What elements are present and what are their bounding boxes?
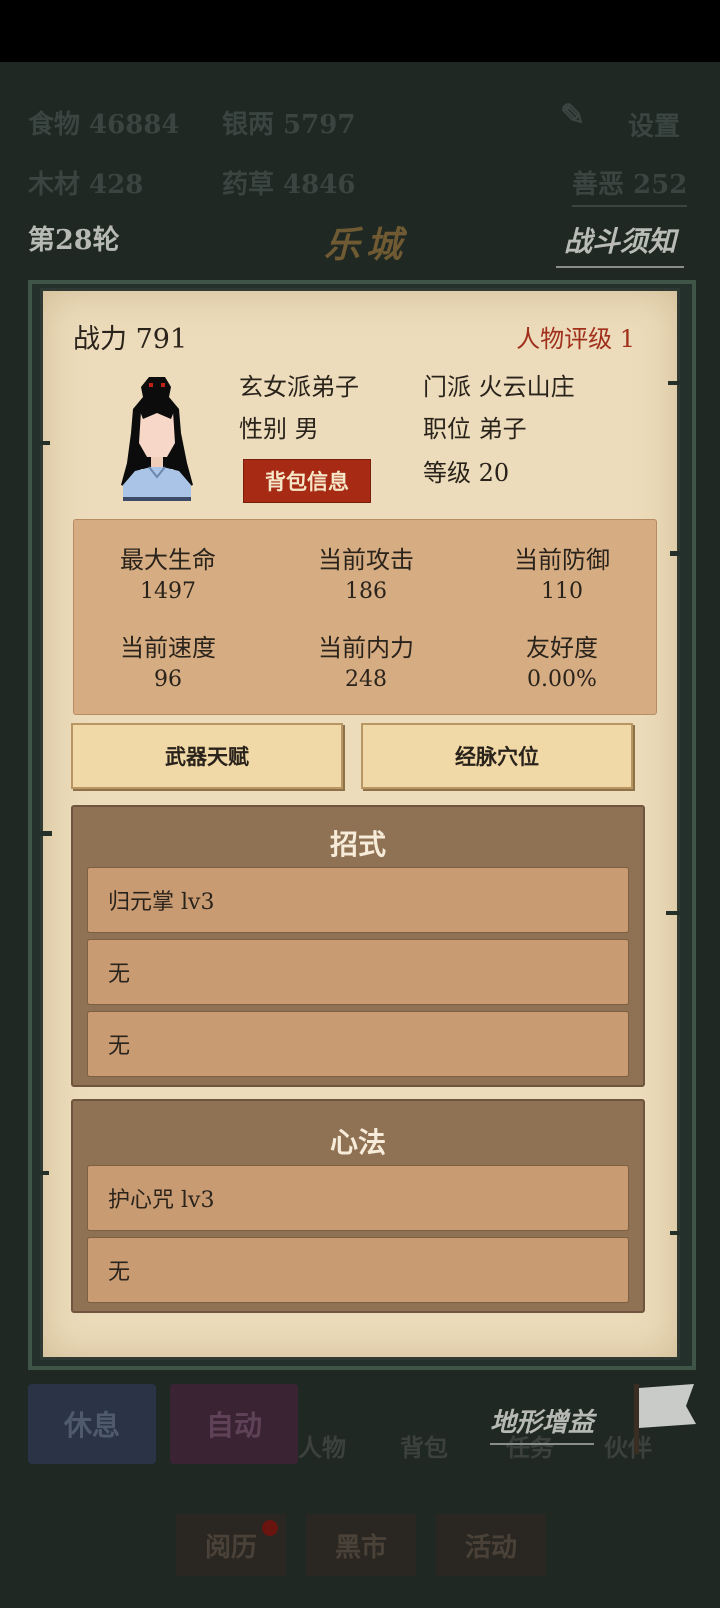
moves-section: 招式 归元掌 lv3 无 无 [71, 805, 645, 1087]
stat-label: 当前攻击 [318, 546, 414, 574]
stat-label: 最大生命 [120, 546, 216, 574]
mind-method-title: 心法 [329, 1126, 386, 1159]
stats-panel: 最大生命 1497 当前攻击 186 当前防御 110 当前速度 96 当前内力… [73, 519, 657, 715]
stat-inner-power: 当前内力 248 [286, 628, 446, 692]
mind-slot-1[interactable]: 护心咒 lv3 [87, 1165, 629, 1231]
silver-counter: 银两 5797 [222, 110, 356, 140]
flag-icon[interactable] [628, 1380, 700, 1456]
stat-defense: 当前防御 110 [482, 540, 642, 604]
wood-counter: 木材 428 [28, 170, 144, 200]
character-info-modal: 战力 791 人物评级 1 玄女派弟子 门派 火云山庄 性别 男 职位 弟子 背… [40, 288, 680, 1360]
mind-method-section: 心法 护心咒 lv3 无 [71, 1099, 645, 1313]
stat-speed: 当前速度 96 [88, 628, 248, 692]
auto-button[interactable]: 自动 [170, 1384, 298, 1464]
character-position: 职位 弟子 [423, 415, 527, 443]
stat-friendliness: 友好度 0.00% [482, 628, 642, 692]
battle-tips-link[interactable]: 战斗须知 [556, 220, 685, 268]
torn-edge [670, 1231, 680, 1235]
torn-edge [40, 831, 52, 836]
torn-edge [670, 551, 680, 556]
brush-icon: ✎ [560, 98, 586, 133]
move-slot-1[interactable]: 归元掌 lv3 [87, 867, 629, 933]
move-slot-3[interactable]: 无 [87, 1011, 629, 1077]
city-name: 乐城 [324, 224, 409, 266]
stat-value: 0.00% [527, 667, 597, 692]
character-level: 等级 20 [423, 459, 510, 487]
move-slot-2[interactable]: 无 [87, 939, 629, 1005]
stat-value: 186 [345, 579, 387, 604]
herbs-counter: 药草 4846 [222, 170, 356, 200]
stat-max-hp: 最大生命 1497 [88, 540, 248, 604]
meridians-button[interactable]: 经脉穴位 [361, 723, 633, 789]
torn-edge [668, 381, 680, 385]
stat-value: 248 [345, 667, 387, 692]
stat-value: 96 [154, 667, 182, 692]
rest-button[interactable]: 休息 [28, 1384, 156, 1464]
events-button[interactable]: 活动 [436, 1514, 546, 1576]
notification-dot [262, 1520, 278, 1536]
stat-label: 友好度 [526, 634, 598, 662]
terrain-bonus-link[interactable]: 地形增益 [490, 1402, 595, 1445]
moves-title: 招式 [329, 828, 386, 861]
nav-character[interactable]: 人物 [298, 1428, 346, 1463]
stat-attack: 当前攻击 186 [286, 540, 446, 604]
black-market-button[interactable]: 黑市 [306, 1514, 416, 1576]
torn-edge [40, 441, 50, 445]
stat-label: 当前速度 [120, 634, 216, 662]
character-gender: 性别 男 [239, 415, 319, 443]
stat-label: 当前防御 [514, 546, 610, 574]
character-sect: 门派 火云山庄 [423, 373, 575, 401]
nav-bag[interactable]: 背包 [400, 1428, 448, 1463]
karma-counter: 善恶 252 [572, 164, 688, 207]
character-title: 玄女派弟子 [239, 373, 359, 401]
food-counter: 食物 46884 [28, 110, 180, 140]
stat-value: 110 [541, 579, 583, 604]
mind-slot-2[interactable]: 无 [87, 1237, 629, 1303]
bag-info-button[interactable]: 背包信息 [243, 459, 371, 503]
combat-power: 战力 791 [73, 324, 188, 355]
character-rating: 人物评级 1 [516, 325, 635, 353]
round-counter: 第28轮 [28, 225, 120, 256]
stat-value: 1497 [140, 579, 196, 604]
stat-label: 当前内力 [318, 634, 414, 662]
torn-edge [40, 1171, 49, 1175]
torn-edge [666, 911, 680, 915]
character-avatar [121, 377, 193, 501]
settings-button[interactable]: 设置 [628, 106, 680, 143]
weapon-talent-button[interactable]: 武器天赋 [71, 723, 343, 789]
